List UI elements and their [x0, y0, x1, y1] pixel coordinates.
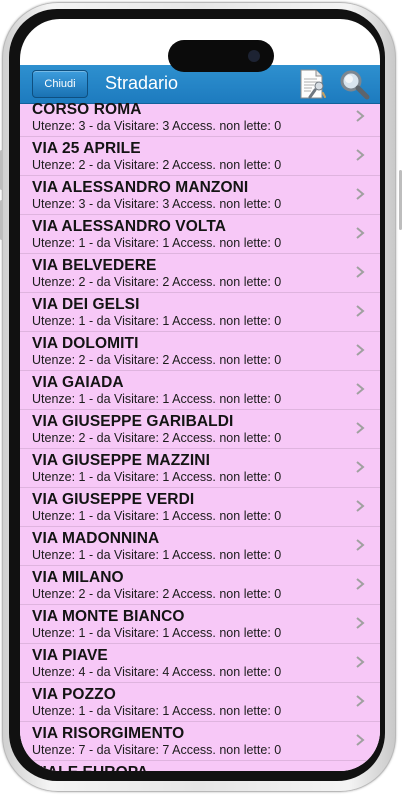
app-view: Chiudi Stradario CORSO ROMA Utenze: 3 - …: [20, 65, 380, 771]
street-name: VIA PIAVE: [32, 647, 108, 664]
street-list-item[interactable]: VIA PIAVE Utenze: 4 - da Visitare: 4 Acce…: [20, 644, 380, 683]
street-name: VIA ALESSANDRO VOLTA: [32, 218, 227, 235]
chevron-right-icon: [356, 656, 365, 668]
street-list-item[interactable]: VIA MILANO Utenze: 2 - da Visitare: 2 Acc…: [20, 566, 380, 605]
street-list-item[interactable]: VIA DOLOMITI Utenze: 2 - da Visitare: 2 A…: [20, 332, 380, 371]
chevron-right-icon: [356, 734, 365, 746]
street-list-item[interactable]: VIA ALESSANDRO MANZONI Utenze: 3 - da Vis…: [20, 176, 380, 215]
chevron-right-icon: [356, 344, 365, 356]
street-list-item[interactable]: VIA MADONNINA Utenze: 1 - da Visitare: 1 …: [20, 527, 380, 566]
street-name: VIALE EUROPA: [32, 764, 148, 771]
street-info: Utenze: 2 - da Visitare: 2 Access. non l…: [32, 275, 282, 289]
street-name: CORSO ROMA: [32, 103, 142, 118]
street-info: Utenze: 1 - da Visitare: 1 Access. non l…: [32, 470, 282, 484]
street-list-item[interactable]: VIA BELVEDERE Utenze: 2 - da Visitare: 2 …: [20, 254, 380, 293]
camera-icon: [248, 50, 260, 62]
street-name: VIA DEI GELSI: [32, 296, 140, 313]
street-name: VIA MONTE BIANCO: [32, 608, 185, 625]
street-list-item[interactable]: VIA POZZO Utenze: 1 - da Visitare: 1 Acce…: [20, 683, 380, 722]
street-list-rows: CORSO ROMA Utenze: 3 - da Visitare: 3 Acc…: [20, 103, 380, 771]
street-name: VIA GIUSEPPE GARIBALDI: [32, 413, 234, 430]
street-info: Utenze: 3 - da Visitare: 3 Access. non l…: [32, 119, 282, 133]
street-name: VIA GIUSEPPE MAZZINI: [32, 452, 210, 469]
street-name: VIA RISORGIMENTO: [32, 725, 185, 742]
chevron-right-icon: [356, 422, 365, 434]
chevron-right-icon: [356, 110, 365, 122]
street-name: VIA MILANO: [32, 569, 124, 586]
street-name: VIA ALESSANDRO MANZONI: [32, 179, 249, 196]
street-info: Utenze: 1 - da Visitare: 1 Access. non l…: [32, 509, 282, 523]
chevron-right-icon: [356, 695, 365, 707]
street-list-item[interactable]: VIA 25 APRILE Utenze: 2 - da Visitare: 2 …: [20, 137, 380, 176]
chevron-right-icon: [356, 383, 365, 395]
close-button[interactable]: Chiudi: [32, 70, 88, 98]
search-icon[interactable]: [338, 68, 370, 100]
street-info: Utenze: 1 - da Visitare: 1 Access. non l…: [32, 236, 282, 250]
volume-button: [0, 150, 3, 190]
chevron-right-icon: [356, 188, 365, 200]
street-info: Utenze: 2 - da Visitare: 2 Access. non l…: [32, 158, 282, 172]
street-name: VIA MADONNINA: [32, 530, 160, 547]
street-info: Utenze: 3 - da Visitare: 3 Access. non l…: [32, 197, 282, 211]
street-name: VIA POZZO: [32, 686, 116, 703]
chevron-right-icon: [356, 266, 365, 278]
page-title: Stradario: [105, 73, 179, 93]
street-name: VIA GAIADA: [32, 374, 124, 391]
chevron-right-icon: [356, 305, 365, 317]
street-name: VIA GIUSEPPE VERDI: [32, 491, 195, 508]
chevron-right-icon: [356, 149, 365, 161]
chevron-right-icon: [356, 617, 365, 629]
street-list-item[interactable]: VIA DEI GELSI Utenze: 1 - da Visitare: 1 …: [20, 293, 380, 332]
street-list-item[interactable]: VIA MONTE BIANCO Utenze: 1 - da Visitare:…: [20, 605, 380, 644]
street-list-item[interactable]: VIA RISORGIMENTO Utenze: 7 - da Visitare:…: [20, 722, 380, 761]
street-list-item[interactable]: VIA GIUSEPPE VERDI Utenze: 1 - da Visitar…: [20, 488, 380, 527]
street-list-item[interactable]: CORSO ROMA Utenze: 3 - da Visitare: 3 Acc…: [20, 103, 380, 137]
chevron-right-icon: [356, 539, 365, 551]
street-list-item[interactable]: VIA GIUSEPPE MAZZINI Utenze: 1 - da Visit…: [20, 449, 380, 488]
chevron-right-icon: [356, 461, 365, 473]
chevron-right-icon: [356, 227, 365, 239]
street-name: VIA BELVEDERE: [32, 257, 157, 274]
dynamic-island: [168, 40, 274, 72]
street-name: VIA 25 APRILE: [32, 140, 141, 157]
street-list-item[interactable]: VIA GAIADA Utenze: 1 - da Visitare: 1 Acc…: [20, 371, 380, 410]
street-name: VIA DOLOMITI: [32, 335, 139, 352]
street-info: Utenze: 1 - da Visitare: 1 Access. non l…: [32, 392, 282, 406]
street-list-item[interactable]: VIALE EUROPA: [20, 761, 380, 771]
street-list-item[interactable]: VIA ALESSANDRO VOLTA Utenze: 1 - da Visit…: [20, 215, 380, 254]
street-info: Utenze: 7 - da Visitare: 7 Access. non l…: [32, 743, 282, 757]
volume-button: [0, 200, 3, 240]
street-info: Utenze: 1 - da Visitare: 1 Access. non l…: [32, 704, 282, 718]
phone-screen: Chiudi Stradario CORSO ROMA Utenze: 3 - …: [20, 19, 380, 771]
street-list-item[interactable]: VIA GIUSEPPE GARIBALDI Utenze: 2 - da Vis…: [20, 410, 380, 449]
document-edit-icon[interactable]: [297, 68, 327, 100]
street-info: Utenze: 1 - da Visitare: 1 Access. non l…: [32, 314, 282, 328]
chevron-right-icon: [356, 578, 365, 590]
street-info: Utenze: 2 - da Visitare: 2 Access. non l…: [32, 587, 282, 601]
street-info: Utenze: 1 - da Visitare: 1 Access. non l…: [32, 548, 282, 562]
chevron-right-icon: [356, 500, 365, 512]
street-info: Utenze: 2 - da Visitare: 2 Access. non l…: [32, 431, 282, 445]
street-info: Utenze: 1 - da Visitare: 1 Access. non l…: [32, 626, 282, 640]
street-info: Utenze: 2 - da Visitare: 2 Access. non l…: [32, 353, 282, 367]
street-list: CORSO ROMA Utenze: 3 - da Visitare: 3 Acc…: [20, 103, 380, 771]
street-info: Utenze: 4 - da Visitare: 4 Access. non l…: [32, 665, 282, 679]
